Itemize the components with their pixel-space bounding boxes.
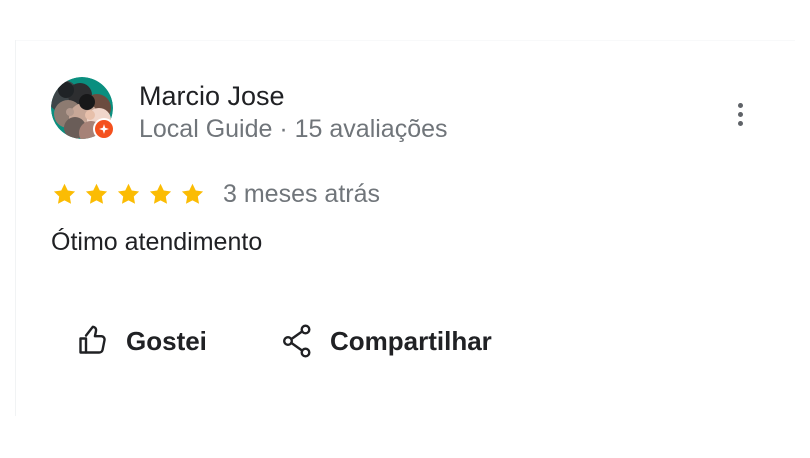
star-icon [181, 183, 204, 204]
star-icon [149, 183, 172, 204]
star-icon [117, 183, 140, 204]
share-label: Compartilhar [330, 325, 492, 356]
share-icon [283, 324, 311, 358]
local-guide-badge [93, 118, 115, 140]
more-options-button[interactable] [726, 96, 754, 132]
share-button[interactable]: Compartilhar [282, 319, 492, 363]
like-label: Gostei [126, 325, 207, 356]
local-guide-badge-icon [95, 120, 113, 138]
card-top-border [15, 40, 795, 41]
more-dot-icon [737, 120, 743, 126]
review-text: Ótimo atendimento [51, 228, 263, 256]
thumbs-up-icon [79, 325, 106, 354]
more-dot-icon [737, 111, 743, 117]
star-icon [53, 183, 76, 204]
star-icon [85, 183, 108, 204]
rating-stars [51, 181, 206, 209]
review-card: Marcio Jose Local Guide · 15 avaliações … [0, 0, 810, 458]
card-left-border [15, 40, 16, 416]
reviewer-name[interactable]: Marcio Jose [139, 80, 285, 112]
reviewer-meta[interactable]: Local Guide · 15 avaliações [139, 114, 448, 144]
more-dot-icon [737, 102, 743, 108]
review-date: 3 meses atrás [223, 180, 381, 208]
like-button[interactable]: Gostei [76, 319, 207, 363]
avatar[interactable] [51, 77, 115, 140]
